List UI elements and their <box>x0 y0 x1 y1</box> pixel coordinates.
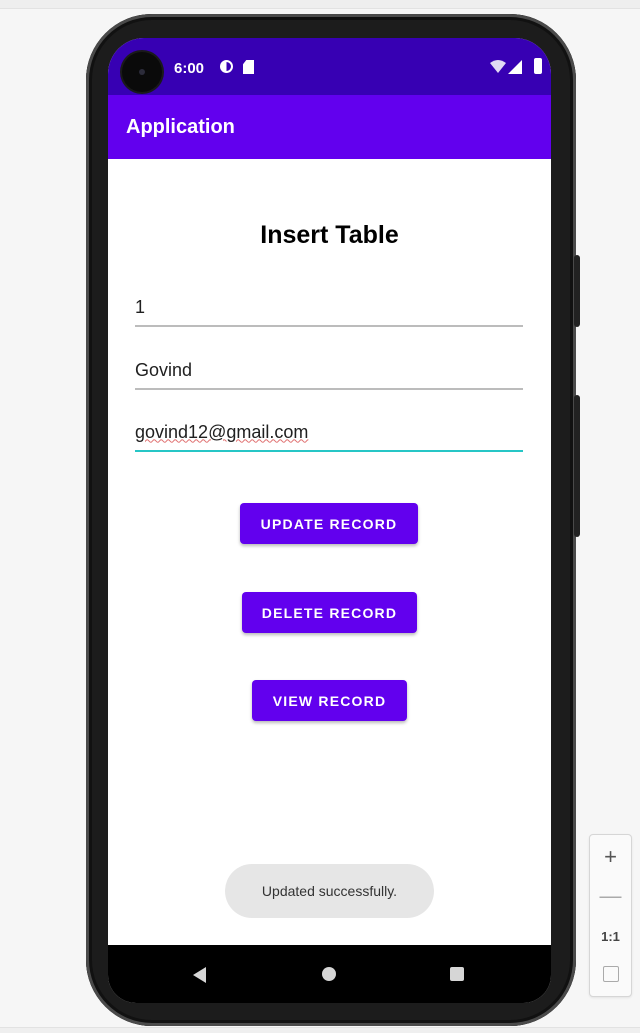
toast-message: Updated successfully. <box>225 864 434 918</box>
signal-icon <box>508 60 522 74</box>
view-record-button[interactable]: VIEW RECORD <box>252 680 407 721</box>
id-field[interactable] <box>135 289 523 327</box>
app-bar: Application <box>108 95 551 159</box>
delete-record-button[interactable]: DELETE RECORD <box>242 592 417 633</box>
sd-card-icon <box>243 60 254 74</box>
system-nav-bar <box>108 945 551 1003</box>
fit-screen-icon <box>602 966 619 983</box>
wifi-icon <box>490 60 506 73</box>
power-button[interactable] <box>574 255 580 327</box>
actual-size-button[interactable]: 1:1 <box>590 917 631 955</box>
back-icon[interactable] <box>193 967 206 983</box>
sync-icon <box>220 60 233 73</box>
emulator-zoom-panel: + — 1:1 <box>589 834 632 997</box>
zoom-out-button[interactable]: — <box>590 877 631 915</box>
recents-icon[interactable] <box>450 967 464 981</box>
status-time: 6:00 <box>174 60 205 77</box>
zoom-in-button[interactable]: + <box>590 838 631 876</box>
top-border <box>0 0 640 9</box>
front-camera <box>122 52 162 92</box>
status-bar: 6:00 <box>108 38 551 95</box>
volume-button[interactable] <box>574 395 580 537</box>
bottom-border <box>0 1027 640 1033</box>
fit-screen-button[interactable] <box>590 955 631 993</box>
page-title: Insert Table <box>260 221 399 249</box>
app-title: Application <box>126 116 235 138</box>
home-icon[interactable] <box>322 967 336 981</box>
battery-icon <box>534 58 542 74</box>
name-field[interactable] <box>135 352 523 390</box>
email-field[interactable] <box>135 414 523 452</box>
update-record-button[interactable]: UPDATE RECORD <box>240 503 418 544</box>
device-screen: 6:00 Application Insert Table UPDATE REC… <box>108 38 551 1003</box>
